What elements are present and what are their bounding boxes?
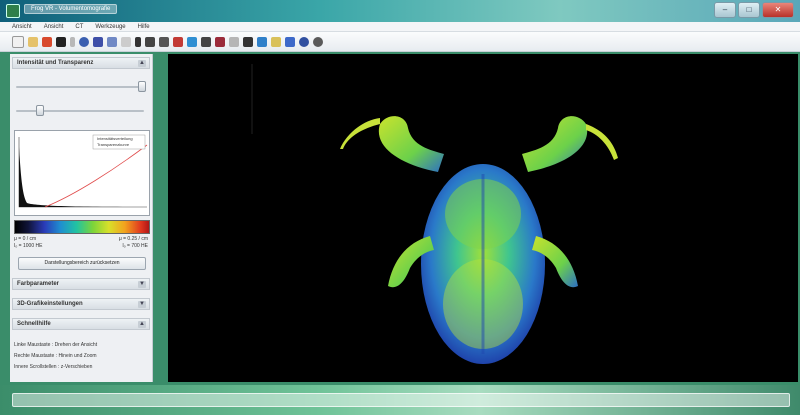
title-bar: Frog VR - Volumentomografie – □ ✕: [0, 0, 800, 22]
help-line: Innere Scrollstellen : z-Verschieben: [14, 364, 93, 370]
close-button[interactable]: ✕: [762, 2, 794, 18]
window-icon[interactable]: [229, 36, 239, 47]
export-icon[interactable]: [271, 36, 281, 47]
render-viewport[interactable]: [168, 54, 798, 382]
menu-item-ansicht[interactable]: Ansicht: [12, 24, 32, 30]
settings-panel: Intensität und Transparenz ▲: [10, 54, 153, 382]
section-3d-label: 3D-Grafikeinstellungen: [17, 301, 83, 307]
frog-volume-render: [251, 64, 618, 364]
color-scale-bar[interactable]: [14, 220, 150, 234]
new-file-icon[interactable]: [12, 35, 24, 48]
intensity-slider-track[interactable]: [16, 86, 144, 88]
chevron-up-icon[interactable]: ▲: [138, 321, 146, 328]
section-intensity-header[interactable]: Intensität und Transparenz ▲: [12, 57, 150, 69]
help-line: Rechte Maustaste : Hinein und Zoom: [14, 353, 97, 359]
chevron-up-icon[interactable]: ▲: [138, 60, 146, 67]
chevron-down-icon[interactable]: ▼: [138, 281, 146, 288]
help-line: Linke Maustaste : Drehen der Ansicht: [14, 342, 98, 348]
crop-icon[interactable]: [215, 36, 225, 47]
section-help-label: Schnellhilfe: [17, 321, 51, 327]
value-min-mu: μ = 0 / cm: [14, 236, 37, 242]
menu-item-werkzeuge[interactable]: Werkzeuge: [95, 24, 125, 30]
print-icon[interactable]: [56, 36, 66, 47]
intensity-slider-thumb[interactable]: [138, 81, 146, 92]
toolbar: [0, 32, 800, 52]
section-help-header[interactable]: Schnellhilfe ▲: [12, 318, 150, 330]
maximize-button[interactable]: □: [738, 2, 760, 18]
menu-bar: Ansicht Ansicht CT Werkzeuge Hilfe: [0, 22, 800, 32]
copy-icon[interactable]: [79, 36, 89, 47]
quick-help-text: Linke Maustaste : Drehen der Ansicht Rec…: [14, 340, 148, 373]
section-colors-label: Farbparameter: [17, 281, 60, 287]
app-icon: [6, 4, 20, 18]
section-colors-header[interactable]: Farbparameter ▼: [12, 278, 150, 290]
layers-icon[interactable]: [243, 36, 253, 47]
value-readout: μ = 0 / cm μ = 0.25 / cm Iₒ = 1000 HE Iₒ…: [14, 236, 148, 250]
split-icon[interactable]: [257, 36, 267, 47]
minimize-button[interactable]: –: [714, 2, 736, 18]
histogram-legend-transparency: Transparenzkurve: [97, 142, 130, 147]
menu-item-ct[interactable]: CT: [75, 24, 83, 30]
settings-icon[interactable]: [299, 36, 309, 47]
histogram-chart[interactable]: Intensitätsverteilung Transparenzkurve: [14, 130, 150, 216]
rotate-icon[interactable]: [121, 36, 131, 47]
zoom-out-icon[interactable]: [201, 36, 211, 47]
paste-icon[interactable]: [93, 36, 103, 47]
menu-item-ansicht-2[interactable]: Ansicht: [44, 24, 64, 30]
value-max-mu: μ = 0.25 / cm: [118, 236, 148, 242]
status-field: [12, 393, 790, 407]
play-icon[interactable]: [135, 36, 141, 47]
undo-icon[interactable]: [107, 36, 117, 47]
info-icon[interactable]: [285, 36, 295, 47]
zoom-in-icon[interactable]: [187, 36, 197, 47]
value-max-he: Iₒ = 700 HE: [122, 243, 148, 249]
window-title: Frog VR - Volumentomografie: [24, 4, 118, 14]
reset-range-button[interactable]: Darstellungsbereich zurücksetzen: [18, 257, 146, 270]
color-icon[interactable]: [173, 36, 183, 47]
status-bar: [0, 385, 800, 415]
menu-item-hilfe[interactable]: Hilfe: [138, 24, 150, 30]
open-folder-icon[interactable]: [28, 36, 38, 47]
save-icon[interactable]: [42, 36, 52, 47]
record-icon[interactable]: [159, 36, 169, 47]
histogram-legend-intensity: Intensitätsverteilung: [97, 136, 133, 141]
help-icon[interactable]: [313, 36, 323, 47]
chevron-down-icon[interactable]: ▼: [138, 301, 146, 308]
transparency-slider-thumb[interactable]: [36, 105, 44, 116]
stop-icon[interactable]: [145, 36, 155, 47]
section-3d-header[interactable]: 3D-Grafikeinstellungen ▼: [12, 298, 150, 310]
value-min-he: Iₒ = 1000 HE: [14, 243, 43, 249]
section-intensity-label: Intensität und Transparenz: [17, 60, 94, 66]
cut-icon[interactable]: [70, 36, 75, 47]
